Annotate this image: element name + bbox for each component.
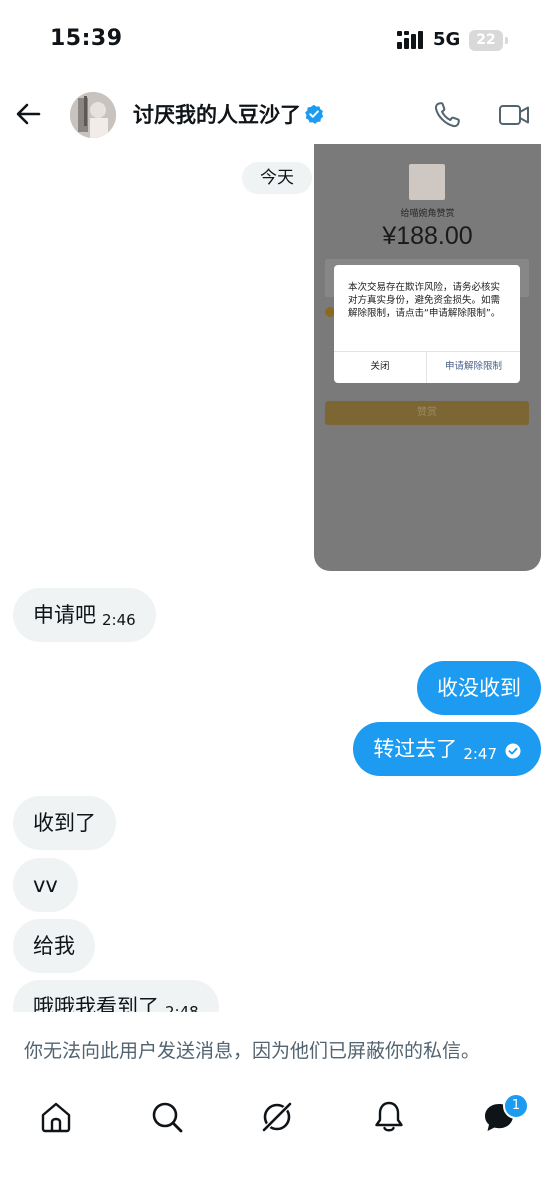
video-call-icon[interactable] [498,100,530,130]
date-separator: 今天 [242,162,312,194]
battery-level: 22 [476,32,496,48]
screenshot-apply-button: 申请解除限制 [444,361,502,372]
message-bubble[interactable]: 哦哦我看到了 2:48 [13,980,219,1012]
home-icon[interactable] [39,1100,73,1134]
message-bubble[interactable]: 收没收到 [417,661,541,715]
network-type: 5G [433,29,461,50]
bottom-nav: 1 [0,1088,554,1200]
message-text: 哦哦我看到了 [33,995,159,1012]
message-text: vv [33,873,58,897]
screenshot-avatar [409,164,445,200]
message-bubble[interactable]: 收到了 [13,796,116,850]
message-bubble[interactable]: 申请吧 2:46 [13,588,156,642]
message-bubble[interactable]: 给我 [13,919,95,973]
screenshot-dialog-text: 本次交易存在欺诈风险，请务必核实对方真实身份，避免资金损失。如需解除限制，请点击… [348,282,501,319]
message-time: 2:48 [165,1003,199,1012]
avatar-image [70,92,116,138]
notifications-icon[interactable] [372,1100,406,1134]
status-bar: 15:39 5G 22 [0,0,554,80]
battery-icon: 22 [469,30,503,51]
dm-blocked-notice: 你无法向此用户发送消息，因为他们已屏蔽你的私信。 [0,1012,554,1088]
sent-check-icon [505,743,521,759]
phone-icon[interactable] [432,100,462,130]
chat-header: 讨厌我的人豆沙了 [0,80,554,150]
avatar[interactable] [70,92,116,138]
contact-name[interactable]: 讨厌我的人豆沙了 [133,99,301,129]
message-text: 给我 [33,934,75,958]
message-text: 收没收到 [437,676,521,700]
message-bubble[interactable]: vv [13,858,78,912]
search-icon[interactable] [150,1100,184,1134]
screenshot-reward-button: 赞赏 [325,401,529,425]
message-text: 申请吧 [33,603,96,627]
cellular-signal-icon [397,31,423,49]
screenshot-caption: 给喵婉角赞赏 [400,209,455,219]
grok-icon[interactable] [260,1100,294,1134]
shared-screenshot-image[interactable]: 给喵婉角赞赏 ¥188.00 本次交易存在欺诈风险，请务必核实对方真实身份，避免… [314,144,541,571]
message-text: 收到了 [33,811,96,835]
screenshot-close-button: 关闭 [370,361,390,372]
message-time: 2:46 [102,611,136,629]
message-bubble[interactable]: 转过去了 2:47 [353,722,541,776]
status-time: 15:39 [50,26,123,51]
message-time: 2:47 [463,745,497,763]
screenshot-amount: ¥188.00 [382,222,473,250]
message-text: 转过去了 [373,737,458,761]
dm-blocked-text: 你无法向此用户发送消息，因为他们已屏蔽你的私信。 [24,1040,481,1062]
messages-badge: 1 [503,1093,529,1119]
back-arrow-icon[interactable] [14,100,42,128]
battery-tip [505,37,508,44]
screenshot-risk-dialog: 本次交易存在欺诈风险，请务必核实对方真实身份，避免资金损失。如需解除限制，请点击… [334,265,520,383]
verified-badge-icon [305,104,324,124]
message-list[interactable]: 给喵婉角赞赏 ¥188.00 本次交易存在欺诈风险，请务必核实对方真实身份，避免… [0,144,554,1012]
